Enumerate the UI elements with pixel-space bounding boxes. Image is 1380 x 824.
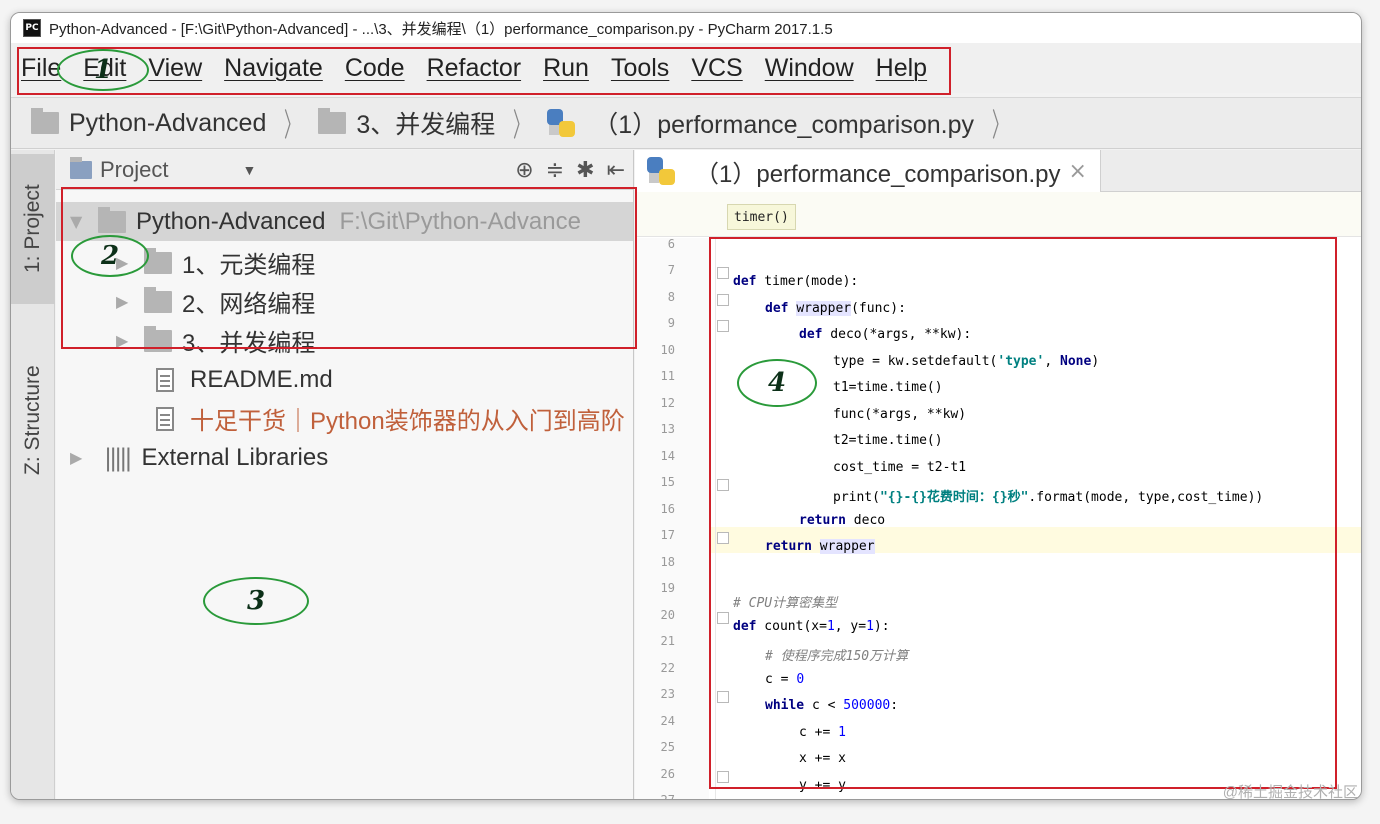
- chevron-right-icon: 〉: [284, 106, 301, 144]
- breadcrumb-file-label: （1）performance_comparison.py: [593, 111, 975, 139]
- tree-item-readme[interactable]: README.md: [56, 360, 633, 399]
- project-view-icon: [70, 156, 92, 179]
- line-number: 8: [667, 290, 675, 304]
- tree-item-label: 十足干货｜Python装饰器的从入门到高阶: [190, 408, 625, 435]
- line-number: 10: [660, 343, 675, 357]
- locate-icon[interactable]: ⊕: [515, 158, 533, 183]
- line-number: 20: [660, 608, 675, 622]
- tab-project[interactable]: 1: Project: [11, 154, 55, 304]
- annotation-marker-3: 3: [203, 577, 309, 625]
- tab-structure[interactable]: Z: Structure: [11, 340, 55, 500]
- line-number: 14: [660, 449, 675, 463]
- breadcrumb-folder-label: 3、并发编程: [356, 111, 496, 139]
- pycharm-logo-icon: PC: [23, 19, 41, 37]
- python-file-icon: [647, 157, 675, 185]
- tab-project-label: 1: Project: [21, 184, 44, 274]
- file-icon: [156, 406, 174, 431]
- library-icon: |||||: [104, 443, 132, 472]
- line-number: 11: [660, 369, 675, 383]
- tree-item-external-libraries[interactable]: ▶ ||||| External Libraries: [56, 438, 633, 477]
- editor-tab[interactable]: （1）performance_comparison.py ×: [635, 150, 1101, 192]
- annotation-box-editor: [709, 237, 1337, 789]
- chevron-right-icon: 〉: [992, 106, 1009, 144]
- breadcrumb-file[interactable]: （1）performance_comparison.py: [547, 105, 974, 141]
- chevron-right-icon: 〉: [513, 106, 530, 144]
- tree-item-article[interactable]: 十足干货｜Python装饰器的从入门到高阶: [56, 399, 633, 438]
- line-number: 22: [660, 661, 675, 675]
- tab-structure-label: Z: Structure: [21, 365, 44, 475]
- project-panel-title[interactable]: Project: [100, 157, 168, 183]
- line-number: 24: [660, 714, 675, 728]
- watermark: @稀土掘金技术社区: [1222, 784, 1358, 801]
- line-number: 16: [660, 502, 675, 516]
- line-number: 21: [660, 634, 675, 648]
- line-number: 17: [660, 528, 675, 542]
- breadcrumb-hint-bar: timer(): [635, 192, 1361, 237]
- breadcrumb-project[interactable]: Python-Advanced: [31, 108, 267, 138]
- panel-toolbar: ⊕ ≑ ✱ ⇤: [515, 158, 625, 183]
- breadcrumb-folder[interactable]: 3、并发编程: [318, 105, 495, 141]
- line-number: 25: [660, 740, 675, 754]
- line-number: 26: [660, 767, 675, 781]
- function-hint[interactable]: timer(): [727, 204, 796, 230]
- folder-icon: [31, 108, 59, 134]
- hide-panel-icon[interactable]: ⇤: [607, 158, 625, 183]
- python-file-icon: [547, 109, 576, 137]
- annotation-box-menu: [17, 47, 951, 95]
- line-number: 13: [660, 422, 675, 436]
- line-number: 18: [660, 555, 675, 569]
- line-number: 23: [660, 687, 675, 701]
- window-title: Python-Advanced - [F:\Git\Python-Advance…: [49, 20, 833, 38]
- title-bar: PC Python-Advanced - [F:\Git\Python-Adva…: [11, 13, 1361, 43]
- pycharm-window: PC Python-Advanced - [F:\Git\Python-Adva…: [10, 12, 1362, 800]
- line-number: 27: [660, 793, 675, 800]
- annotation-marker-1: 1: [57, 49, 149, 91]
- tree-item-label: README.md: [190, 365, 333, 393]
- line-number: 12: [660, 396, 675, 410]
- line-number: 15: [660, 475, 675, 489]
- expand-arrow-icon[interactable]: ▶: [70, 448, 84, 467]
- gear-icon[interactable]: ✱: [576, 158, 594, 183]
- line-number: 7: [667, 263, 675, 277]
- tool-window-strip: 1: Project Z: Structure: [11, 150, 55, 799]
- breadcrumb-project-label: Python-Advanced: [69, 108, 267, 137]
- breadcrumb: Python-Advanced 〉 3、并发编程 〉 （1）performanc…: [11, 97, 1361, 149]
- chevron-down-icon[interactable]: ▼: [242, 162, 256, 178]
- line-number: 19: [660, 581, 675, 595]
- annotation-marker-2: 2: [71, 235, 149, 277]
- project-panel-header: Project ▼ ⊕ ≑ ✱ ⇤: [56, 150, 633, 190]
- editor-tab-label: （1）performance_comparison.py: [695, 160, 1061, 188]
- tree-item-label: External Libraries: [141, 443, 329, 471]
- file-icon: [156, 367, 174, 392]
- line-number: 9: [667, 316, 675, 330]
- editor-tab-bar: （1）performance_comparison.py ×: [635, 150, 1361, 192]
- line-number: 6: [667, 237, 675, 251]
- annotation-marker-4: 4: [737, 359, 817, 407]
- annotation-box-tree: [61, 187, 637, 349]
- folder-icon: [318, 108, 347, 134]
- close-icon[interactable]: ×: [1069, 159, 1087, 184]
- collapse-all-icon[interactable]: ≑: [546, 158, 564, 183]
